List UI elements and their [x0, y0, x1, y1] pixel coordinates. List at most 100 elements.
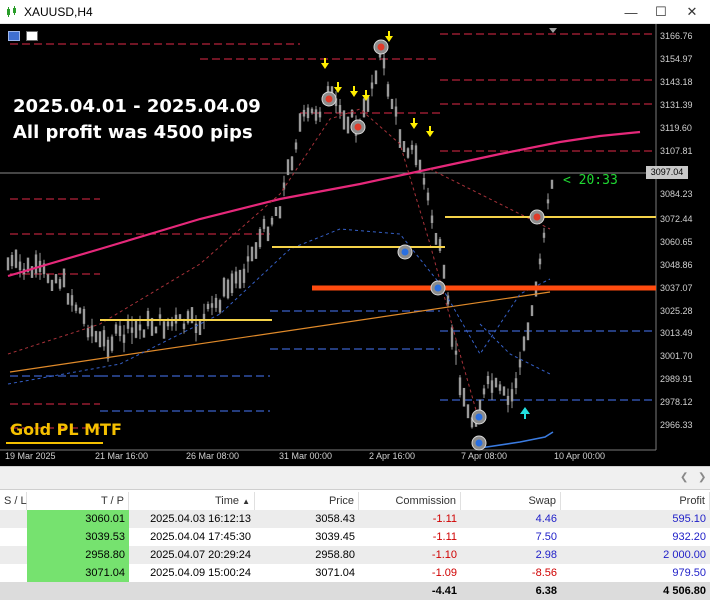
column-header-time-label: Time — [214, 495, 240, 507]
candle-body — [362, 98, 366, 118]
candle-body — [102, 330, 106, 347]
candle-body — [406, 148, 410, 158]
candle-body — [338, 105, 342, 113]
indicator-brand-label: Gold PL MTF — [10, 420, 122, 439]
candle-body — [18, 261, 22, 271]
candle-body — [462, 387, 466, 407]
table-scroll-strip[interactable]: ❮ ❯ — [0, 466, 710, 490]
total-commission: -4.41 — [431, 585, 457, 597]
candle-body — [306, 107, 310, 119]
candle-body — [430, 215, 434, 223]
time-tick-label: 31 Mar 00:00 — [279, 451, 333, 461]
table-row[interactable]: 2958.80 2025.04.07 20:29:24 2958.80 -1.1… — [0, 546, 710, 564]
commission-cell: -1.09 — [431, 567, 457, 579]
time-tick-label: 21 Mar 16:00 — [95, 451, 149, 461]
commission-cell: -1.11 — [432, 513, 457, 525]
price-tick-label: 3060.65 — [660, 237, 693, 247]
price-tick-label: 2978.12 — [660, 397, 693, 407]
column-header-commission[interactable]: Commission — [359, 492, 461, 510]
candle-body — [154, 326, 158, 334]
candle-body — [502, 386, 506, 396]
candle-body — [494, 377, 498, 388]
candle-body — [458, 377, 462, 396]
candle-body — [490, 380, 494, 393]
maximize-button[interactable]: ☐ — [646, 0, 676, 24]
candle-body — [110, 336, 114, 351]
scroll-right-icon[interactable]: ❯ — [698, 472, 706, 483]
candle-body — [542, 232, 546, 238]
profit-cell: 932.20 — [672, 531, 706, 543]
profit-cell: 979.50 — [672, 567, 706, 579]
depth-of-market-icon[interactable] — [26, 31, 38, 41]
column-header-tp[interactable]: T / P — [27, 492, 129, 510]
column-header-swap[interactable]: Swap — [461, 492, 561, 510]
column-header-sl[interactable]: S / L — [0, 492, 27, 510]
buy-marker-core — [401, 248, 409, 256]
swap-cell: 7.50 — [535, 531, 557, 543]
candle-body — [546, 199, 550, 204]
price-chart[interactable]: 2025.04.01 - 2025.04.09 All profit was 4… — [0, 24, 710, 466]
candle-body — [258, 228, 262, 248]
candle-body — [250, 246, 254, 262]
candle-body — [426, 192, 430, 201]
scroll-left-icon[interactable]: ❮ — [680, 472, 688, 483]
candle-body — [182, 323, 186, 329]
candle-body — [374, 70, 378, 85]
price-cell: 3071.04 — [315, 567, 355, 579]
buy-marker-core — [475, 439, 483, 447]
bar-countdown-timer: < 20:33 — [563, 173, 618, 188]
close-button[interactable]: ✕ — [677, 0, 707, 24]
swap-cell: 2.98 — [535, 549, 557, 561]
candle-body — [70, 295, 74, 306]
candle-body — [390, 98, 394, 110]
candle-body — [482, 388, 486, 395]
candle-body — [50, 279, 54, 291]
candle-body — [506, 395, 510, 405]
candle-body — [194, 323, 198, 334]
signal-arrow-down-icon — [334, 87, 342, 93]
candle-body — [86, 328, 90, 338]
tp-cell: 2958.80 — [27, 546, 129, 564]
candle-body — [274, 206, 278, 217]
candle-body — [66, 293, 70, 305]
candle-body — [10, 254, 14, 267]
candle-body — [530, 305, 534, 316]
candle-body — [434, 232, 438, 245]
candle-body — [214, 297, 218, 308]
sort-ascending-icon: ▲ — [242, 497, 250, 506]
candle-body — [146, 310, 150, 327]
table-row[interactable]: 3060.01 2025.04.03 16:12:13 3058.43 -1.1… — [0, 510, 710, 528]
candle-body — [454, 350, 458, 355]
column-header-time[interactable]: Time ▲ — [129, 492, 255, 510]
signal-arrow-down-icon — [321, 63, 329, 69]
current-price-label: 3097.04 — [646, 166, 688, 179]
candle-body — [298, 113, 302, 132]
signal-arrow-down-icon — [350, 91, 358, 97]
candle-body — [54, 274, 58, 284]
candle-body — [370, 82, 374, 89]
tp-cell: 3071.04 — [27, 564, 129, 582]
sell-marker-core — [377, 43, 385, 51]
candle-body — [34, 254, 38, 274]
table-row[interactable]: 3071.04 2025.04.09 15:00:24 3071.04 -1.0… — [0, 564, 710, 582]
candle-body — [114, 324, 118, 334]
candle-body — [466, 404, 470, 419]
tp-cell: 3060.01 — [27, 510, 129, 528]
table-row[interactable]: 3039.53 2025.04.04 17:45:30 3039.45 -1.1… — [0, 528, 710, 546]
time-tick-label: 2 Apr 16:00 — [369, 451, 416, 461]
column-header-price[interactable]: Price — [255, 492, 359, 510]
candle-body — [422, 178, 426, 185]
profit-annotation: All profit was 4500 pips — [13, 122, 253, 143]
price-tick-label: 3037.07 — [660, 283, 693, 293]
price-tick-label: 3131.39 — [660, 100, 693, 110]
minimize-button[interactable]: — — [616, 0, 646, 24]
column-header-profit[interactable]: Profit — [561, 492, 710, 510]
candle-body — [538, 258, 542, 265]
candle-body — [242, 268, 246, 283]
trading-panel-icon[interactable] — [8, 31, 20, 41]
price-tick-label: 2966.33 — [660, 420, 693, 430]
price-tick-label: 3107.81 — [660, 146, 693, 156]
price-tick-label: 3013.49 — [660, 328, 693, 338]
candle-body — [122, 334, 126, 343]
price-tick-label: 3143.18 — [660, 77, 693, 87]
